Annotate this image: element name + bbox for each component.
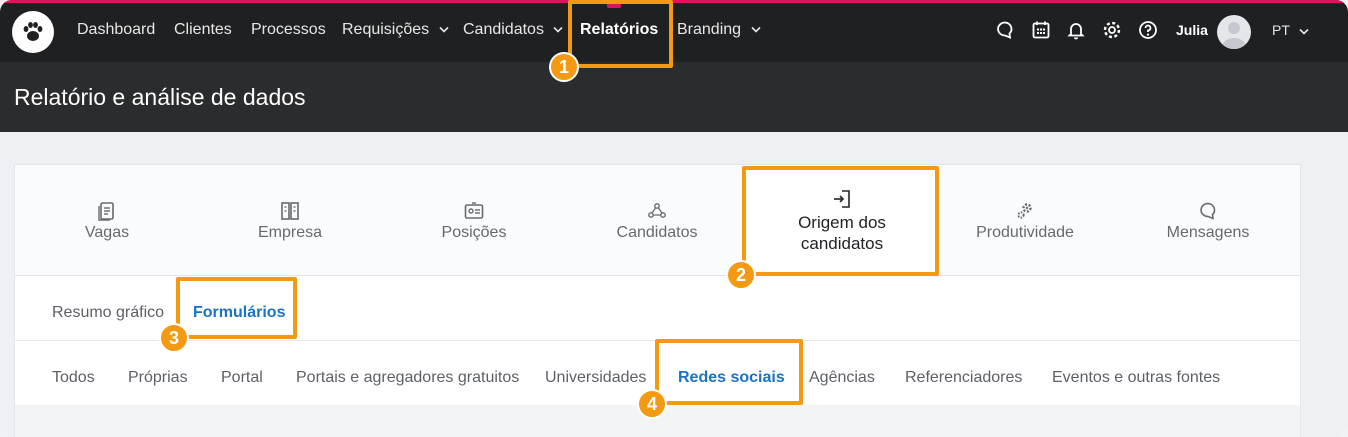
- id-card-icon: [464, 201, 484, 219]
- nav-processos[interactable]: Processos: [251, 0, 326, 59]
- chevron-down-icon: [1298, 28, 1309, 35]
- language-selector[interactable]: PT: [1272, 0, 1309, 60]
- chevron-down-icon: [750, 27, 761, 33]
- tab-resumo-grafico[interactable]: Resumo gráfico: [52, 277, 164, 349]
- chevron-down-icon: [439, 27, 449, 33]
- category-label: Produtividade: [976, 223, 1074, 241]
- user-name[interactable]: Julia: [1176, 0, 1208, 60]
- category-label: Origem dos candidatos: [798, 212, 886, 253]
- category-label: Vagas: [84, 223, 130, 241]
- category-tab-produtividade[interactable]: Produtividade: [935, 165, 1115, 276]
- source-proprias[interactable]: Próprias: [128, 342, 188, 414]
- nav-clientes-label: Clientes: [174, 21, 232, 38]
- nav-processos-label: Processos: [251, 21, 326, 38]
- nav-candidatos[interactable]: Candidatos: [463, 0, 563, 59]
- report-subtabs: Resumo gráfico Formulários: [15, 277, 1300, 341]
- page-title: Relatório e análise de dados: [14, 84, 306, 110]
- category-tab-empresa[interactable]: Empresa: [200, 165, 380, 276]
- category-label: Posições: [441, 223, 507, 241]
- step-badge-2: 2: [726, 260, 756, 290]
- step-badge-3: 3: [159, 323, 189, 353]
- chevron-down-icon: [553, 27, 563, 33]
- nav-requisicoes-label: Requisições: [342, 21, 430, 38]
- chat-bubble-icon: [1200, 202, 1216, 220]
- source-referenciadores[interactable]: Referenciadores: [905, 342, 1022, 414]
- step-badge-1: 1: [549, 52, 579, 82]
- sign-in-icon: [834, 189, 850, 208]
- source-universidades[interactable]: Universidades: [545, 342, 646, 414]
- nav-branding-label: Branding: [677, 21, 742, 38]
- paw-logo-icon[interactable]: [12, 11, 54, 53]
- source-portais-agregadores[interactable]: Portais e agregadores gratuitos: [296, 342, 519, 414]
- calendar-icon[interactable]: [1030, 19, 1052, 41]
- category-tab-mensagens[interactable]: Mensagens: [1118, 165, 1298, 276]
- gear-icon[interactable]: [1101, 19, 1123, 41]
- avatar[interactable]: [1217, 15, 1251, 49]
- nav-relatorios[interactable]: Relatórios: [580, 0, 658, 59]
- step-badge-4: 4: [637, 389, 667, 419]
- language-label: PT: [1272, 22, 1290, 38]
- nav-relatorios-label: Relatórios: [580, 21, 659, 38]
- nav-branding[interactable]: Branding: [677, 0, 761, 59]
- help-icon[interactable]: [1137, 19, 1159, 41]
- category-tab-posicoes[interactable]: Posições: [384, 165, 564, 276]
- document-list-icon: [98, 201, 114, 221]
- source-todos[interactable]: Todos: [52, 342, 95, 414]
- nav-candidatos-label: Candidatos: [463, 21, 544, 38]
- category-tab-candidatos[interactable]: Candidatos: [567, 165, 747, 276]
- bell-icon[interactable]: [1065, 19, 1087, 41]
- category-label: Candidatos: [616, 223, 698, 241]
- tab-underline: [224, 336, 254, 339]
- category-label: Mensagens: [1166, 223, 1250, 241]
- app-frame: Dashboard Clientes Processos Requisições…: [0, 0, 1348, 437]
- category-tab-origem[interactable]: Origem dos candidatos: [748, 165, 936, 276]
- category-label: Empresa: [257, 223, 323, 241]
- building-icon: [281, 201, 299, 220]
- source-agencias[interactable]: Agências: [809, 342, 875, 414]
- source-redes-sociais[interactable]: Redes sociais: [678, 342, 785, 414]
- people-network-icon: [648, 202, 666, 218]
- nav-dashboard-label: Dashboard: [77, 21, 156, 38]
- gears-icon: [1017, 202, 1032, 219]
- nav-requisicoes[interactable]: Requisições: [342, 0, 449, 59]
- source-portal[interactable]: Portal: [221, 342, 263, 414]
- nav-dashboard[interactable]: Dashboard: [77, 0, 155, 59]
- source-eventos[interactable]: Eventos e outras fontes: [1052, 342, 1220, 414]
- category-tab-vagas[interactable]: Vagas: [17, 165, 197, 276]
- chat-icon[interactable]: [994, 19, 1016, 41]
- category-tabs: Vagas Empresa Posições Candidatos Origem…: [15, 165, 1300, 276]
- nav-clientes[interactable]: Clientes: [174, 0, 232, 59]
